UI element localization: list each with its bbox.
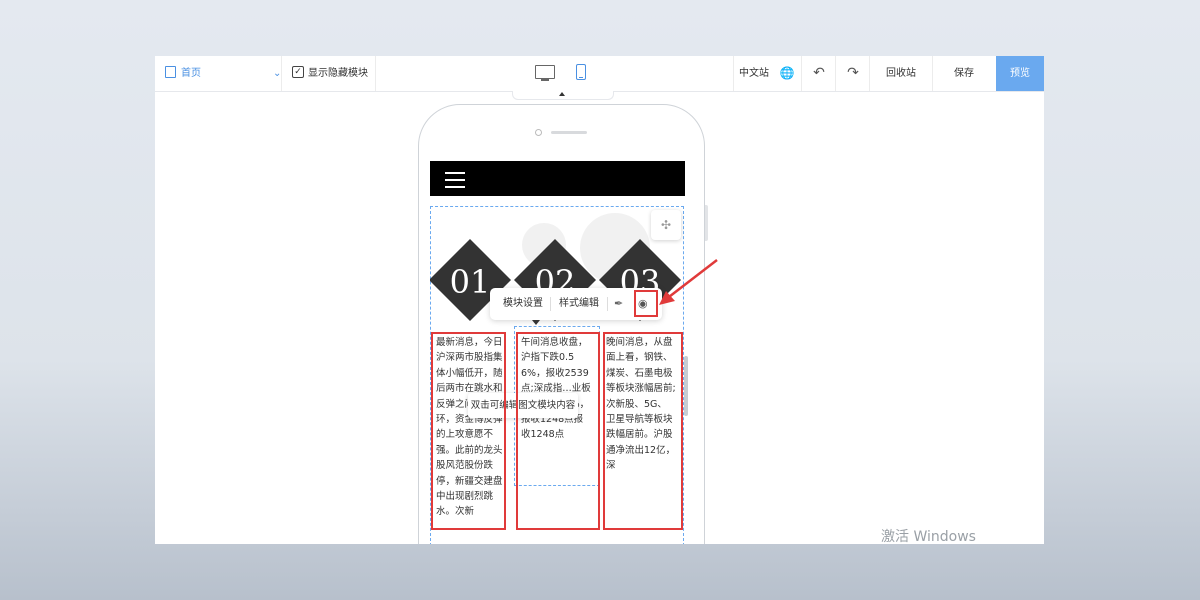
- divider: [550, 297, 551, 311]
- highlight-box: [431, 332, 506, 530]
- windows-watermark: 激活 Windows: [881, 529, 976, 544]
- show-hidden-label: 显示隐藏模块: [308, 68, 368, 79]
- speaker: [551, 131, 587, 134]
- undo-icon[interactable]: ↶: [803, 56, 835, 91]
- globe-icon[interactable]: 🌐: [775, 56, 799, 91]
- site-navbar: [430, 161, 685, 196]
- divider: [733, 56, 734, 91]
- desktop-view-icon[interactable]: [535, 65, 555, 81]
- language-switch[interactable]: 中文站: [735, 56, 773, 91]
- page-select[interactable]: 首页 ⌄: [165, 56, 281, 91]
- recycle-bin-button[interactable]: 回收站: [871, 56, 931, 91]
- page-icon: [165, 66, 176, 78]
- divider: [869, 56, 870, 91]
- mobile-view-icon[interactable]: [576, 64, 586, 80]
- pointer-caret: [532, 320, 540, 325]
- page-select-label: 首页: [181, 68, 201, 79]
- side-button: [705, 205, 708, 241]
- checkbox-checked-icon[interactable]: ✓: [292, 66, 304, 78]
- divider: [375, 56, 376, 91]
- preview-button[interactable]: 预览: [996, 56, 1044, 91]
- caret-up-icon: [559, 92, 565, 96]
- divider: [801, 56, 802, 91]
- show-hidden-toggle[interactable]: ✓ 显示隐藏模块: [292, 56, 368, 91]
- style-edit-button[interactable]: 样式编辑: [559, 288, 599, 320]
- divider: [281, 56, 282, 91]
- camera-icon: [535, 129, 542, 136]
- editor-window: 首页 ⌄ ✓ 显示隐藏模块 中文站 🌐 ↶ ↷ 回收站 保存 预览 01 02 …: [155, 56, 1044, 544]
- red-arrow-icon: [659, 259, 718, 305]
- toolbar: 首页 ⌄ ✓ 显示隐藏模块 中文站 🌐 ↶ ↷ 回收站 保存 预览: [155, 56, 1044, 92]
- highlight-box: [603, 332, 683, 530]
- highlight-box: [516, 332, 600, 530]
- module-settings-button[interactable]: 模块设置: [503, 288, 543, 320]
- redo-icon[interactable]: ↷: [837, 56, 869, 91]
- save-button[interactable]: 保存: [934, 56, 994, 91]
- divider: [932, 56, 933, 91]
- scrollbar[interactable]: [684, 356, 688, 416]
- move-handle-icon[interactable]: ✣: [651, 210, 681, 240]
- divider: [607, 297, 608, 311]
- hamburger-menu-icon[interactable]: [445, 172, 465, 193]
- divider: [835, 56, 836, 91]
- brush-icon[interactable]: ✒: [614, 288, 623, 320]
